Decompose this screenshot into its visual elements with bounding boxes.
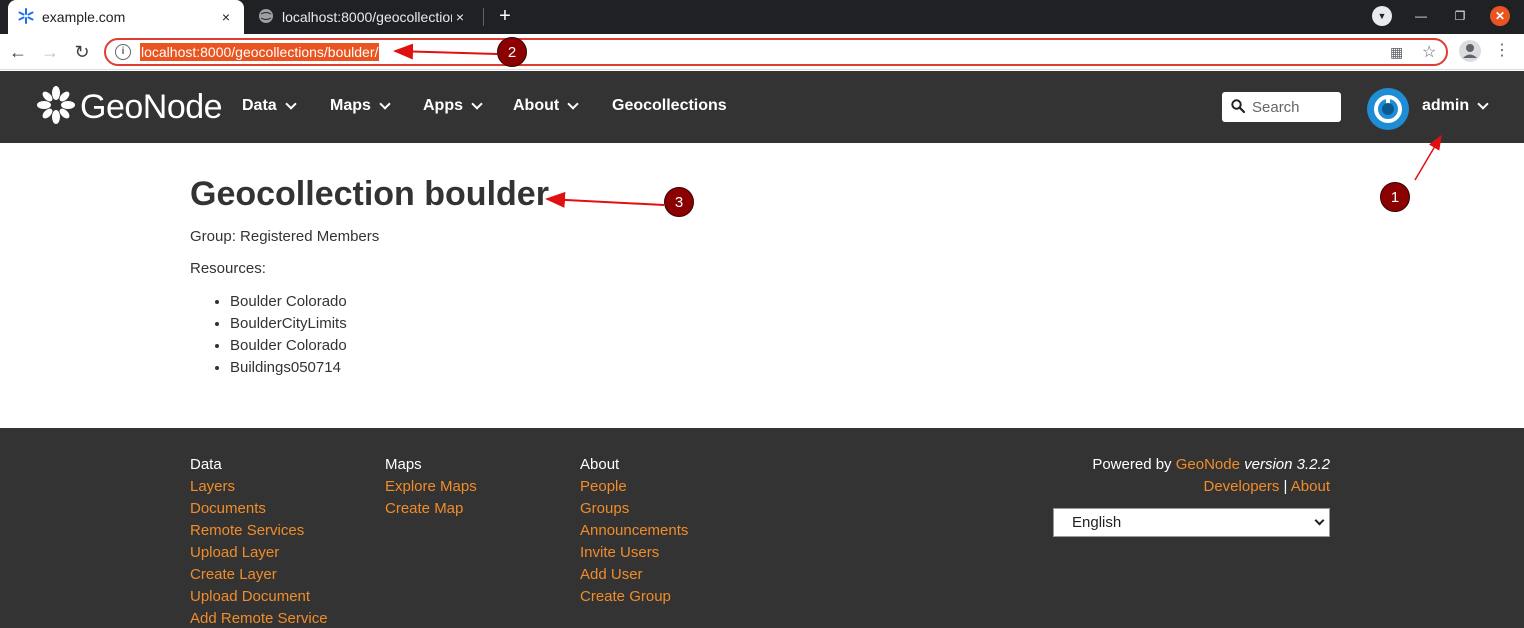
nav-apps[interactable]: Apps: [423, 97, 483, 115]
search-input[interactable]: [1252, 96, 1336, 118]
search-box[interactable]: [1222, 92, 1341, 122]
footer-link-upload-layer[interactable]: Upload Layer: [190, 542, 328, 564]
chevron-down-icon: [1314, 515, 1325, 526]
tab-close-icon[interactable]: ×: [218, 9, 234, 25]
geonode-favicon-icon: [18, 7, 34, 27]
globe-icon: [258, 8, 274, 27]
info-icon[interactable]: i: [115, 44, 131, 60]
chevron-down-icon: [567, 97, 579, 110]
footer-link-invite-users[interactable]: Invite Users: [580, 542, 688, 564]
footer-link-upload-document[interactable]: Upload Document: [190, 586, 328, 608]
page-title: Geocollection boulder: [190, 175, 549, 213]
new-tab-button[interactable]: +: [494, 4, 516, 28]
geonode-logo-icon: [36, 85, 76, 130]
reload-icon[interactable]: ↻: [70, 40, 94, 64]
search-icon[interactable]: [1231, 99, 1246, 114]
tab-divider: [483, 8, 484, 26]
user-menu[interactable]: admin: [1422, 97, 1489, 115]
nav-geocollections[interactable]: Geocollections: [612, 97, 727, 115]
bookmark-star-icon[interactable]: ☆: [1422, 42, 1436, 62]
list-item[interactable]: Buildings050714: [230, 357, 1090, 379]
chevron-down-icon: [285, 97, 297, 110]
back-arrow-icon[interactable]: ←: [6, 40, 30, 64]
browser-tab-bar: example.com × localhost:8000/geocollecti…: [0, 0, 1524, 34]
footer-link-create-map[interactable]: Create Map: [385, 498, 477, 520]
logo-text: GeoNode: [80, 88, 223, 126]
address-bar[interactable]: i localhost:8000/geocollections/boulder/…: [104, 38, 1448, 66]
qr-code-icon[interactable]: ▦: [1390, 44, 1403, 61]
about-link[interactable]: About: [1291, 478, 1330, 495]
browser-toolbar: ← → ↻ i localhost:8000/geocollections/bo…: [0, 34, 1524, 70]
language-select[interactable]: English: [1053, 508, 1330, 537]
nav-data[interactable]: Data: [242, 97, 297, 115]
powered-by: Powered by GeoNode version 3.2.2 Develop…: [1092, 454, 1330, 498]
geonode-link[interactable]: GeoNode: [1176, 456, 1240, 473]
resources-heading: Resources:: [190, 260, 266, 277]
list-item[interactable]: Boulder Colorado: [230, 291, 1090, 313]
footer-heading: Maps: [385, 456, 422, 473]
footer-heading: Data: [190, 456, 222, 473]
nav-about[interactable]: About: [513, 97, 579, 115]
chevron-down-icon: [1477, 97, 1489, 110]
nav-label: Data: [242, 97, 277, 114]
footer-link-create-layer[interactable]: Create Layer: [190, 564, 328, 586]
powered-prefix: Powered by: [1092, 456, 1172, 473]
avatar[interactable]: [1367, 88, 1409, 130]
footer-heading: About: [580, 456, 620, 473]
developers-link[interactable]: Developers: [1204, 478, 1280, 495]
address-url[interactable]: localhost:8000/geocollections/boulder/: [140, 43, 380, 61]
tab-example[interactable]: example.com ×: [8, 0, 244, 34]
tab-search-icon[interactable]: ▼: [1372, 6, 1392, 26]
annotation-marker-1: 1: [1380, 182, 1410, 212]
chevron-down-icon: [471, 97, 483, 110]
nav-label: About: [513, 97, 560, 114]
group-line: Group: Registered Members: [190, 228, 380, 245]
restore-icon[interactable]: ❐: [1450, 6, 1470, 26]
list-item[interactable]: BoulderCityLimits: [230, 313, 1090, 335]
footer-column-about: About People Groups Announcements Invite…: [580, 454, 688, 608]
tab-localhost[interactable]: localhost:8000/geocollections/boulder/ ×: [248, 0, 478, 34]
forward-arrow-icon[interactable]: →: [38, 40, 62, 64]
chevron-down-icon: [379, 97, 391, 110]
annotation-marker-3: 3: [664, 187, 694, 217]
browser-menu-icon[interactable]: ⋮: [1494, 40, 1510, 64]
footer-link-people[interactable]: People: [580, 476, 688, 498]
footer-link-remote-services[interactable]: Remote Services: [190, 520, 328, 542]
nav-label: Apps: [423, 97, 463, 114]
username-label: admin: [1422, 97, 1470, 114]
minimize-icon[interactable]: —: [1411, 6, 1431, 26]
tab-title: localhost:8000/geocollections/boulder/: [282, 9, 452, 25]
list-item[interactable]: Boulder Colorado: [230, 335, 1090, 357]
nav-maps[interactable]: Maps: [330, 97, 391, 115]
resources-list: Boulder Colorado BoulderCityLimits Bould…: [190, 291, 1090, 379]
footer-link-add-user[interactable]: Add User: [580, 564, 688, 586]
main-content: Geocollection boulder Group: Registered …: [190, 172, 1090, 379]
footer-column-data: Data Layers Documents Remote Services Up…: [190, 454, 328, 628]
geonode-logo[interactable]: GeoNode: [36, 85, 223, 130]
site-footer: Data Layers Documents Remote Services Up…: [0, 428, 1524, 628]
version-label: version 3.2.2: [1244, 456, 1330, 473]
language-selected: English: [1072, 514, 1122, 531]
tab-close-icon[interactable]: ×: [452, 9, 468, 25]
footer-link-explore-maps[interactable]: Explore Maps: [385, 476, 477, 498]
footer-link-documents[interactable]: Documents: [190, 498, 328, 520]
annotation-marker-2: 2: [497, 37, 527, 67]
profile-icon[interactable]: [1459, 40, 1481, 62]
nav-label: Maps: [330, 97, 371, 114]
nav-label: Geocollections: [612, 97, 727, 114]
footer-link-add-remote-service[interactable]: Add Remote Service: [190, 608, 328, 628]
footer-link-announcements[interactable]: Announcements: [580, 520, 688, 542]
tab-title: example.com: [42, 9, 126, 25]
footer-column-maps: Maps Explore Maps Create Map: [385, 454, 477, 520]
link-separator: |: [1283, 478, 1288, 495]
footer-link-layers[interactable]: Layers: [190, 476, 328, 498]
site-header: GeoNode Data Maps Apps About Geocollecti…: [0, 71, 1524, 143]
footer-link-create-group[interactable]: Create Group: [580, 586, 688, 608]
footer-link-groups[interactable]: Groups: [580, 498, 688, 520]
window-close-icon[interactable]: ✕: [1490, 6, 1510, 26]
